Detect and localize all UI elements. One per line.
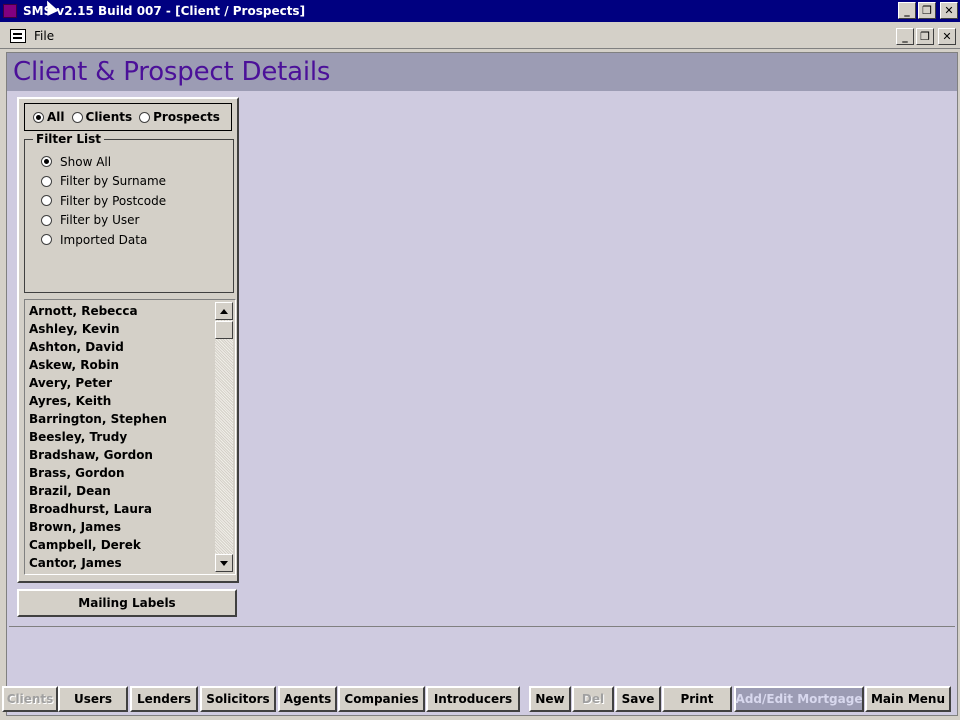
list-item[interactable]: Askew, Robin bbox=[29, 356, 214, 374]
filter-option-label[interactable]: Filter by Postcode bbox=[60, 194, 166, 208]
list-item[interactable]: Ashton, David bbox=[29, 338, 214, 356]
document-icon[interactable] bbox=[10, 29, 26, 43]
list-item[interactable]: Brass, Gordon bbox=[29, 464, 214, 482]
lenders-button[interactable]: Lenders bbox=[130, 686, 198, 712]
close-button[interactable]: ✕ bbox=[940, 2, 958, 19]
filter-list-legend: Filter List bbox=[33, 132, 105, 146]
child-close-button[interactable]: ✕ bbox=[938, 28, 956, 45]
scroll-up-button[interactable] bbox=[215, 302, 233, 320]
radio-all-label[interactable]: All bbox=[47, 110, 65, 124]
menu-bar: File _ ❐ ✕ bbox=[0, 24, 960, 49]
page-header: Client & Prospect Details bbox=[7, 53, 957, 91]
radio-clients-label[interactable]: Clients bbox=[86, 110, 133, 124]
filter-list-group: Filter List Show All Filter by Surname F… bbox=[24, 132, 234, 293]
radio-postcode[interactable] bbox=[41, 195, 52, 207]
print-button[interactable]: Print bbox=[662, 686, 732, 712]
radio-imported[interactable] bbox=[41, 234, 52, 246]
solicitors-button[interactable]: Solicitors bbox=[200, 686, 276, 712]
main-menu-button[interactable]: Main Menu bbox=[865, 686, 951, 712]
filter-option-imported[interactable]: Imported Data bbox=[41, 230, 166, 250]
list-item[interactable]: Avery, Peter bbox=[29, 374, 214, 392]
list-item[interactable]: Brown, James bbox=[29, 518, 214, 536]
radio-all[interactable] bbox=[33, 111, 44, 123]
main-panel: All Clients Prospects Filter List Show A… bbox=[9, 91, 955, 627]
introducers-button[interactable]: Introducers bbox=[426, 686, 520, 712]
list-item[interactable]: Arnott, Rebecca bbox=[29, 302, 214, 320]
title-bar: SMS v2.15 Build 007 - [Client / Prospect… bbox=[0, 0, 960, 22]
type-filter-group: All Clients Prospects bbox=[24, 103, 232, 131]
new-button[interactable]: New bbox=[529, 686, 571, 712]
filter-option-label[interactable]: Show All bbox=[60, 155, 111, 169]
arrow-down-icon bbox=[220, 560, 228, 566]
menu-file[interactable]: File bbox=[34, 29, 54, 43]
filter-option-user[interactable]: Filter by User bbox=[41, 211, 166, 231]
users-button[interactable]: Users bbox=[58, 686, 128, 712]
child-minimize-button[interactable]: _ bbox=[896, 28, 914, 45]
bottom-toolbar: Clients Users Lenders Solicitors Agents … bbox=[0, 683, 960, 717]
radio-show-all[interactable] bbox=[41, 156, 52, 168]
mailing-labels-button[interactable]: Mailing Labels bbox=[17, 589, 237, 617]
filter-option-label[interactable]: Imported Data bbox=[60, 233, 147, 247]
add-edit-mortgage-button[interactable]: Add/Edit Mortgage bbox=[734, 686, 864, 712]
client-names: Arnott, Rebecca Ashley, Kevin Ashton, Da… bbox=[29, 302, 214, 572]
list-scrollbar[interactable] bbox=[215, 302, 233, 572]
arrow-up-icon bbox=[220, 308, 228, 314]
client-listbox[interactable]: Arnott, Rebecca Ashley, Kevin Ashton, Da… bbox=[24, 299, 236, 575]
list-item[interactable]: Beesley, Trudy bbox=[29, 428, 214, 446]
radio-clients[interactable] bbox=[71, 111, 83, 123]
filter-option-label[interactable]: Filter by Surname bbox=[60, 174, 166, 188]
filter-option-surname[interactable]: Filter by Surname bbox=[41, 172, 166, 192]
scroll-thumb[interactable] bbox=[215, 321, 233, 339]
save-button[interactable]: Save bbox=[615, 686, 661, 712]
filter-option-postcode[interactable]: Filter by Postcode bbox=[41, 191, 166, 211]
radio-user[interactable] bbox=[41, 214, 52, 226]
client-list-panel: All Clients Prospects Filter List Show A… bbox=[17, 97, 239, 583]
radio-prospects-label[interactable]: Prospects bbox=[153, 110, 220, 124]
filter-option-show-all[interactable]: Show All bbox=[41, 152, 166, 172]
list-item[interactable]: Cantor, James bbox=[29, 554, 214, 572]
form-content: Client & Prospect Details All Clients Pr… bbox=[6, 52, 958, 716]
list-item[interactable]: Bradshaw, Gordon bbox=[29, 446, 214, 464]
app-icon[interactable] bbox=[3, 4, 17, 18]
clients-button[interactable]: Clients bbox=[2, 686, 58, 712]
radio-surname[interactable] bbox=[41, 175, 52, 187]
minimize-button[interactable]: _ bbox=[898, 2, 916, 19]
child-restore-button[interactable]: ❐ bbox=[916, 28, 934, 45]
list-item[interactable]: Brazil, Dean bbox=[29, 482, 214, 500]
list-item[interactable]: Campbell, Derek bbox=[29, 536, 214, 554]
companies-button[interactable]: Companies bbox=[338, 686, 425, 712]
list-item[interactable]: Broadhurst, Laura bbox=[29, 500, 214, 518]
window-title: SMS v2.15 Build 007 - [Client / Prospect… bbox=[23, 4, 306, 18]
delete-button[interactable]: Del bbox=[572, 686, 614, 712]
list-item[interactable]: Ashley, Kevin bbox=[29, 320, 214, 338]
restore-button[interactable]: ❐ bbox=[918, 2, 936, 19]
scroll-down-button[interactable] bbox=[215, 554, 233, 572]
list-item[interactable]: Barrington, Stephen bbox=[29, 410, 214, 428]
filter-option-label[interactable]: Filter by User bbox=[60, 213, 139, 227]
agents-button[interactable]: Agents bbox=[278, 686, 337, 712]
list-item[interactable]: Ayres, Keith bbox=[29, 392, 214, 410]
radio-prospects[interactable] bbox=[139, 111, 151, 123]
page-title: Client & Prospect Details bbox=[13, 57, 331, 87]
